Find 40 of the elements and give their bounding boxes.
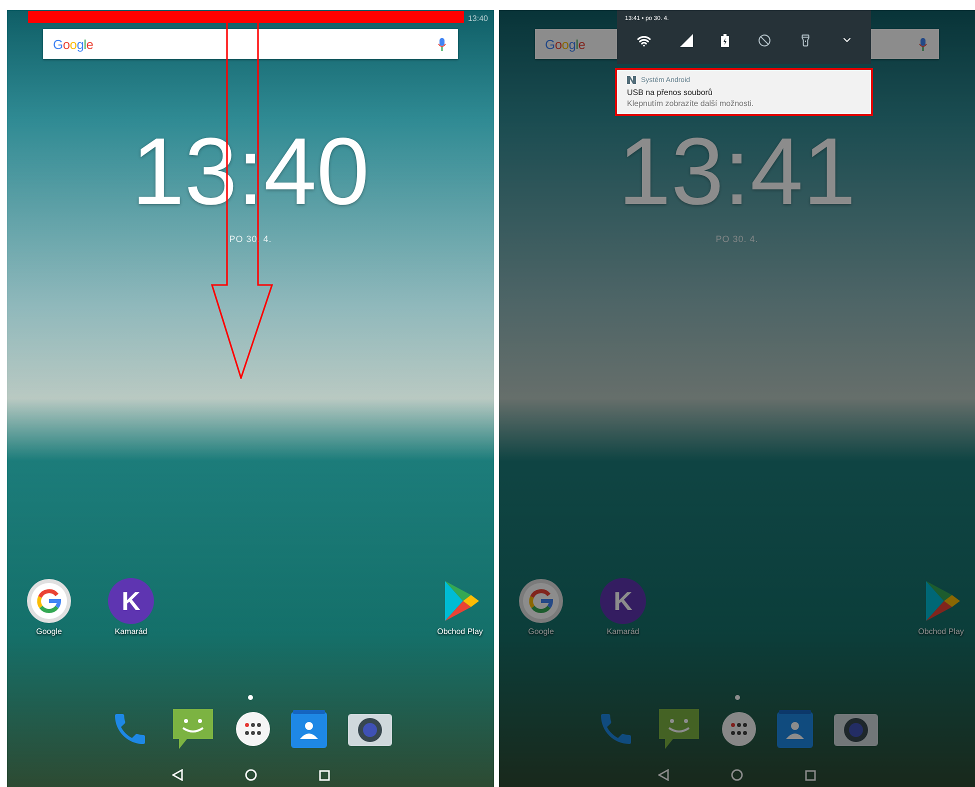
app-label[interactable]: Kamarád (606, 627, 640, 636)
microphone-icon[interactable] (919, 38, 927, 50)
camera-icon[interactable] (834, 712, 878, 746)
notification-text: Klepnutím zobrazíte další možnosti. (627, 99, 755, 108)
android-n-icon (627, 76, 636, 84)
message-bubble-icon[interactable] (657, 707, 701, 751)
app-label[interactable]: Google (528, 627, 554, 636)
app-label[interactable]: Obchod Play (437, 627, 483, 636)
status-time: 13:40 (468, 14, 488, 22)
home-icon[interactable] (731, 769, 743, 781)
back-icon[interactable] (658, 769, 669, 781)
app-grid-icon[interactable] (722, 712, 756, 746)
signal-icon[interactable] (680, 34, 693, 47)
app-grid-icon[interactable] (236, 712, 270, 746)
google-logo: Google (545, 36, 586, 52)
clock-date: PO 30. 4. (716, 234, 758, 244)
app-label[interactable]: Google (36, 627, 62, 636)
google-app-icon (518, 578, 564, 624)
page-indicator-dot (248, 695, 253, 700)
app-label[interactable]: Kamarád (114, 627, 148, 636)
page-indicator-dot (734, 695, 740, 700)
flashlight-icon[interactable] (799, 34, 812, 47)
recents-icon[interactable] (805, 770, 816, 780)
camera-icon[interactable] (348, 712, 392, 746)
search-bar[interactable]: Google (43, 29, 458, 59)
contacts-icon[interactable] (290, 710, 326, 748)
google-logo: Google (53, 36, 94, 52)
microphone-icon[interactable] (438, 38, 446, 50)
message-bubble-icon[interactable] (170, 707, 214, 751)
prohibited-icon[interactable] (758, 34, 771, 47)
google-app-icon (26, 578, 72, 624)
recents-icon[interactable] (318, 770, 330, 780)
back-icon[interactable] (172, 769, 182, 781)
app-label[interactable]: Obchod Play (918, 627, 964, 636)
battery-icon[interactable] (721, 34, 730, 47)
notification-title: USB na přenos souborů (627, 88, 714, 97)
home-icon[interactable] (244, 769, 256, 781)
contacts-icon[interactable] (777, 710, 813, 748)
wifi-icon[interactable] (637, 34, 651, 48)
clock-time: 13:41 (618, 125, 856, 220)
